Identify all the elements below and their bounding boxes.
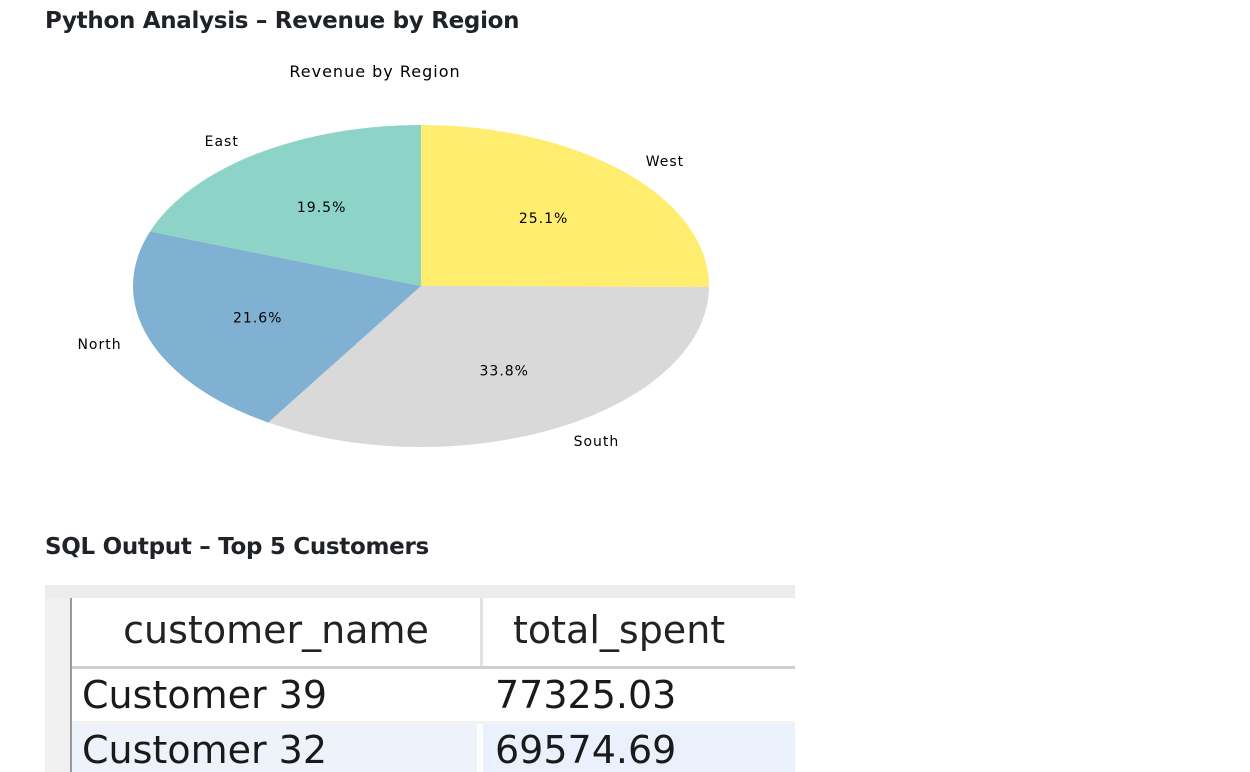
pie-category-label-south: South xyxy=(574,434,620,450)
pie-pct-label-north: 21.6% xyxy=(233,311,282,327)
pie-category-label-west: West xyxy=(646,154,684,170)
row-gutter xyxy=(45,598,72,772)
pie-category-label-east: East xyxy=(205,134,239,150)
chart-title: Revenue by Region xyxy=(289,62,460,81)
python-analysis-heading: Python Analysis – Revenue by Region xyxy=(45,8,520,34)
table-row[interactable]: Customer 39 77325.03 xyxy=(72,669,795,721)
column-header-total-spent[interactable]: total_spent xyxy=(483,598,795,666)
table-header-row: customer_name total_spent xyxy=(72,598,795,669)
table-row[interactable]: Customer 32 69574.69 xyxy=(72,724,795,772)
sql-result-table: customer_name total_spent Customer 39 77… xyxy=(45,585,795,772)
cell-customer-name: Customer 39 xyxy=(82,673,328,717)
pie-slice-west xyxy=(421,125,709,288)
table-top-bar xyxy=(45,585,795,599)
pie-pct-label-east: 19.5% xyxy=(297,200,346,216)
revenue-by-region-pie-chart: Revenue by Region 25.1% West 33.8% South 21.… xyxy=(77,62,709,450)
pie-category-label-north: North xyxy=(77,337,121,353)
sql-output-heading: SQL Output – Top 5 Customers xyxy=(45,534,429,560)
pie-pct-label-west: 25.1% xyxy=(519,211,568,227)
cell-total-spent: 69574.69 xyxy=(483,724,795,772)
column-header-customer-name[interactable]: customer_name xyxy=(72,598,483,666)
cell-customer-name: Customer 32 xyxy=(72,724,477,772)
cell-total-spent: 77325.03 xyxy=(495,673,677,717)
pie-pct-label-south: 33.8% xyxy=(480,364,529,380)
